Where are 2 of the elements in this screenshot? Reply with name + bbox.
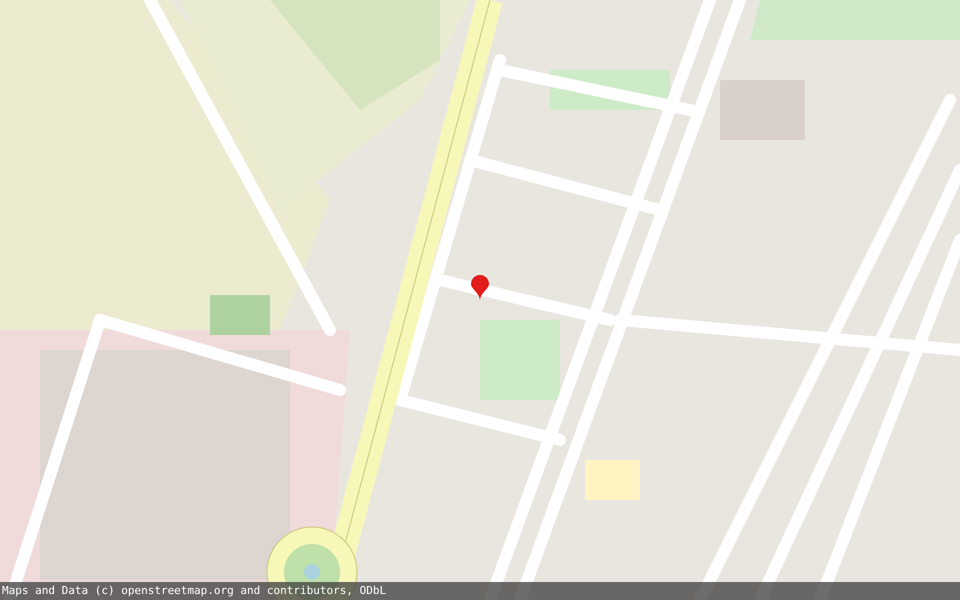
map-pin-icon — [471, 275, 489, 301]
attribution-text: Maps and Data (c) openstreetmap.org and contributors, ODbL — [0, 582, 960, 600]
